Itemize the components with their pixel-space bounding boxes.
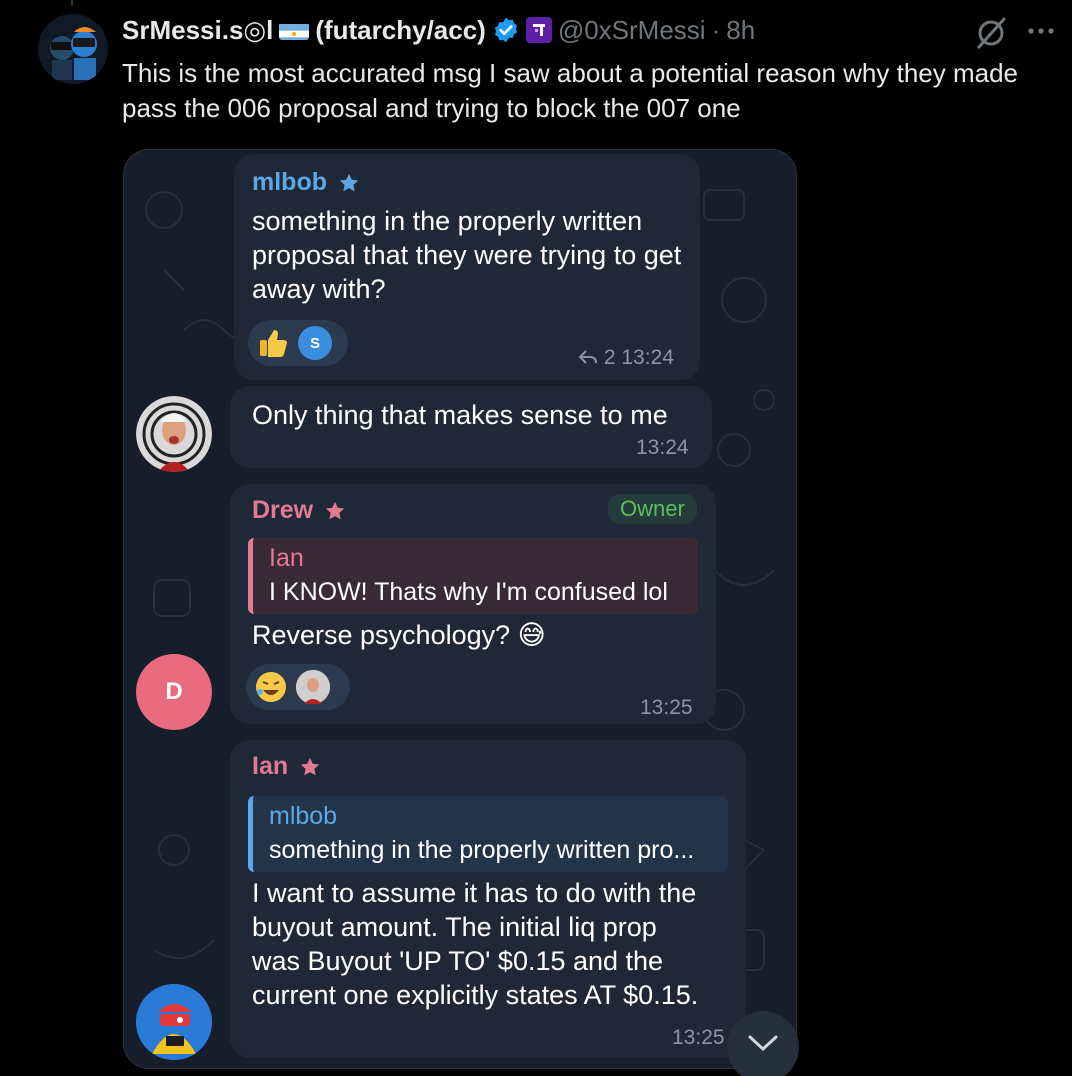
quote-sender: mlbob	[269, 802, 338, 830]
author-avatar[interactable]	[38, 14, 108, 84]
reaction-avatar[interactable]	[296, 670, 330, 704]
message-time: 13:24	[621, 346, 674, 369]
message-text: something in the properly written propos…	[252, 206, 682, 304]
message-text: I want to assume it has to do with the b…	[252, 878, 699, 1010]
message-sender[interactable]: mlbob	[252, 168, 360, 197]
sender-name: Drew	[252, 496, 314, 524]
message-sender[interactable]: Ian	[252, 752, 321, 781]
message-time: 13:24	[636, 436, 689, 459]
display-name[interactable]: SrMessi.s◎l	[122, 15, 273, 46]
affiliate-badge-icon[interactable]	[525, 17, 552, 43]
message-text: Only thing that makes sense to me	[252, 400, 668, 430]
owner-badge: Owner	[608, 494, 697, 524]
grok-icon[interactable]	[973, 15, 1009, 51]
message-bubble[interactable]: Ian mlbob something in the properly writ…	[230, 740, 746, 1058]
sender-avatar[interactable]	[136, 984, 212, 1060]
sender-avatar[interactable]	[136, 396, 212, 472]
separator-dot: ·	[711, 14, 721, 45]
message-bubble[interactable]: mlbob something in the properly written …	[234, 154, 700, 380]
star-icon	[300, 758, 320, 776]
star-icon	[339, 174, 359, 192]
message-bubble[interactable]: Drew Owner Ian I KNOW! Thats why I'm con…	[230, 484, 716, 724]
reply-quote[interactable]: mlbob something in the properly written …	[248, 796, 728, 872]
sender-name: Ian	[252, 752, 289, 780]
message-sender[interactable]: Drew	[252, 496, 346, 525]
sender-name: mlbob	[252, 168, 327, 196]
thumbs-up-icon[interactable]	[256, 326, 290, 360]
chevron-down-icon	[748, 1035, 778, 1052]
reply-quote[interactable]: Ian I KNOW! Thats why I'm confused lol	[248, 538, 698, 614]
user-handle[interactable]: @0xSrMessi	[558, 15, 706, 46]
tweet-header: SrMessi.s◎l (futarchy/acc) @0xSrMessi · …	[122, 13, 755, 47]
tweet-text: This is the most accurated msg I saw abo…	[122, 58, 1019, 123]
post-time[interactable]: 8h	[726, 15, 755, 46]
message-text: Reverse psychology? 😅	[252, 620, 546, 650]
reply-count: 2	[603, 346, 616, 369]
message-time: 13:25	[672, 1026, 725, 1049]
avatar-letter: D	[165, 678, 183, 705]
message-reactions[interactable]: S	[248, 320, 348, 366]
quote-sender: Ian	[269, 544, 304, 572]
argentina-flag-icon	[279, 20, 310, 40]
reaction-avatar-s[interactable]: S	[298, 326, 332, 360]
quote-text: something in the properly written pro...	[269, 836, 695, 864]
message-time: 13:25	[640, 696, 693, 719]
star-icon	[325, 502, 345, 520]
message-reactions[interactable]	[246, 664, 350, 710]
display-name-suffix[interactable]: (futarchy/acc)	[315, 15, 486, 46]
message-meta: 2 13:24	[578, 346, 674, 370]
verified-badge-icon[interactable]	[492, 16, 520, 44]
tweet-media-image[interactable]: mlbob something in the properly written …	[123, 149, 797, 1069]
scroll-down-button[interactable]	[727, 1011, 799, 1076]
message-bubble[interactable]: Only thing that makes sense to me 13:24	[230, 386, 712, 468]
quote-text: I KNOW! Thats why I'm confused lol	[269, 578, 668, 606]
thread-line	[71, 0, 73, 6]
rolling-laughing-icon[interactable]	[254, 670, 288, 704]
sender-avatar-d[interactable]: D	[136, 654, 212, 730]
more-icon[interactable]	[1024, 14, 1058, 48]
reply-arrow-icon	[578, 350, 597, 364]
